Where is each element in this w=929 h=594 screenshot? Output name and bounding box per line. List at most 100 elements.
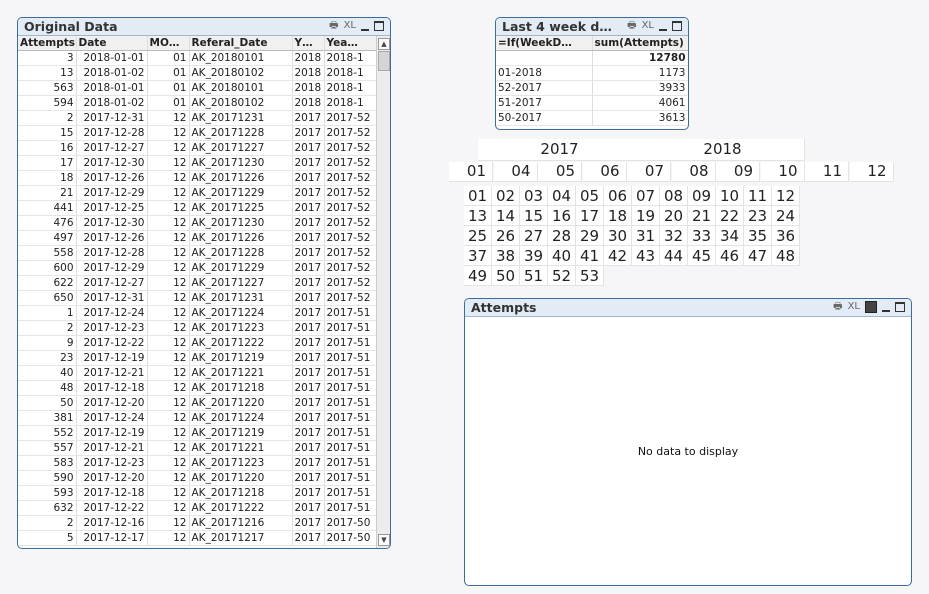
maximize-icon[interactable] bbox=[895, 302, 905, 312]
minimize-icon[interactable] bbox=[659, 28, 667, 31]
maximize-icon[interactable] bbox=[374, 21, 384, 31]
table-row[interactable]: 632 2017-12-22 12 AK_20171222 2017 2017-51 bbox=[18, 500, 377, 516]
week-item[interactable]: 40 bbox=[548, 246, 576, 266]
table-row[interactable]: 497 2017-12-26 12 AK_20171226 2017 2017-52 bbox=[18, 230, 377, 246]
column-header[interactable]: MO… bbox=[147, 36, 190, 51]
table-row[interactable]: 3 2018-01-01 01 AK_20180101 2018 2018-1 bbox=[18, 50, 377, 66]
table-row[interactable]: 21 2017-12-29 12 AK_20171229 2017 2017-52 bbox=[18, 185, 377, 201]
attempts-chart-caption[interactable]: Attempts 🖶 XL bbox=[465, 299, 911, 317]
table-row[interactable]: 51-2017 4061 bbox=[496, 95, 688, 111]
month-item[interactable]: 07 bbox=[627, 162, 671, 182]
scroll-up-icon[interactable]: ▲ bbox=[378, 38, 390, 50]
week-item[interactable]: 35 bbox=[744, 226, 772, 246]
table-row[interactable]: 5 2017-12-17 12 AK_20171217 2017 2017-50 bbox=[18, 530, 377, 546]
week-item[interactable]: 09 bbox=[688, 186, 716, 206]
table-row[interactable]: 50-2017 3613 bbox=[496, 110, 688, 126]
week-item[interactable]: 02 bbox=[492, 186, 520, 206]
week-item[interactable]: 01 bbox=[464, 186, 492, 206]
month-item[interactable]: 12 bbox=[849, 162, 894, 182]
week-item[interactable]: 13 bbox=[464, 206, 492, 226]
week-item[interactable]: 20 bbox=[660, 206, 688, 226]
week-item[interactable]: 36 bbox=[772, 226, 800, 246]
year-item[interactable]: 2018 bbox=[641, 139, 805, 161]
week-item[interactable]: 08 bbox=[660, 186, 688, 206]
week-item[interactable]: 21 bbox=[688, 206, 716, 226]
table-row[interactable]: 552 2017-12-19 12 AK_20171219 2017 2017-51 bbox=[18, 425, 377, 441]
table-row[interactable]: 9 2017-12-22 12 AK_20171222 2017 2017-51 bbox=[18, 335, 377, 351]
table-row[interactable]: 476 2017-12-30 12 AK_20171230 2017 2017-52 bbox=[18, 215, 377, 231]
table-row[interactable]: 1 2017-12-24 12 AK_20171224 2017 2017-51 bbox=[18, 305, 377, 321]
week-item[interactable]: 30 bbox=[604, 226, 632, 246]
table-row[interactable]: 2 2017-12-16 12 AK_20171216 2017 2017-50 bbox=[18, 515, 377, 531]
table-row[interactable]: 17 2017-12-30 12 AK_20171230 2017 2017-52 bbox=[18, 155, 377, 171]
table-row[interactable]: 15 2017-12-28 12 AK_20171228 2017 2017-52 bbox=[18, 125, 377, 141]
week-item[interactable]: 51 bbox=[520, 266, 548, 286]
month-item[interactable]: 09 bbox=[716, 162, 760, 182]
week-item[interactable]: 06 bbox=[604, 186, 632, 206]
week-item[interactable]: 12 bbox=[772, 186, 800, 206]
column-header[interactable]: Y… bbox=[292, 36, 325, 51]
week-item[interactable]: 29 bbox=[576, 226, 604, 246]
week-item[interactable]: 16 bbox=[548, 206, 576, 226]
table-row[interactable]: 50 2017-12-20 12 AK_20171220 2017 2017-51 bbox=[18, 395, 377, 411]
table-row[interactable]: 13 2018-01-02 01 AK_20180102 2018 2018-1 bbox=[18, 65, 377, 81]
scroll-down-icon[interactable]: ▼ bbox=[378, 534, 390, 546]
week-item[interactable]: 17 bbox=[576, 206, 604, 226]
month-item[interactable]: 10 bbox=[760, 162, 805, 182]
table-row[interactable]: 40 2017-12-21 12 AK_20171221 2017 2017-51 bbox=[18, 365, 377, 381]
table-row[interactable]: 650 2017-12-31 12 AK_20171231 2017 2017-52 bbox=[18, 290, 377, 306]
printer-icon[interactable]: 🖶 bbox=[627, 20, 636, 32]
week-item[interactable]: 53 bbox=[576, 266, 604, 286]
week-item[interactable]: 39 bbox=[520, 246, 548, 266]
week-item[interactable]: 44 bbox=[660, 246, 688, 266]
week-item[interactable]: 45 bbox=[688, 246, 716, 266]
week-item[interactable]: 48 bbox=[772, 246, 800, 266]
week-item[interactable]: 15 bbox=[520, 206, 548, 226]
column-header[interactable]: Referal_Date bbox=[189, 36, 293, 51]
week-item[interactable]: 28 bbox=[548, 226, 576, 246]
table-row[interactable]: 600 2017-12-29 12 AK_20171229 2017 2017-52 bbox=[18, 260, 377, 276]
table-row[interactable]: 2 2017-12-23 12 AK_20171223 2017 2017-51 bbox=[18, 320, 377, 336]
last-4-weeks-caption[interactable]: Last 4 week d… 🖶 XL bbox=[496, 18, 688, 36]
week-item[interactable]: 27 bbox=[520, 226, 548, 246]
week-item[interactable]: 42 bbox=[604, 246, 632, 266]
table-row[interactable]: 441 2017-12-25 12 AK_20171225 2017 2017-52 bbox=[18, 200, 377, 216]
table-row[interactable]: 52-2017 3933 bbox=[496, 80, 688, 96]
scroll-thumb[interactable] bbox=[378, 51, 390, 71]
week-item[interactable]: 43 bbox=[632, 246, 660, 266]
week-item[interactable]: 38 bbox=[492, 246, 520, 266]
table-row[interactable]: 563 2018-01-01 01 AK_20180101 2018 2018-1 bbox=[18, 80, 377, 96]
week-item[interactable]: 24 bbox=[772, 206, 800, 226]
month-item[interactable]: 06 bbox=[582, 162, 627, 182]
printer-icon[interactable]: 🖶 bbox=[329, 20, 338, 32]
week-item[interactable]: 19 bbox=[632, 206, 660, 226]
table-row[interactable]: 381 2017-12-24 12 AK_20171224 2017 2017-51 bbox=[18, 410, 377, 426]
table-row[interactable]: 48 2017-12-18 12 AK_20171218 2017 2017-51 bbox=[18, 380, 377, 396]
table-row[interactable]: 557 2017-12-21 12 AK_20171221 2017 2017-51 bbox=[18, 440, 377, 456]
week-item[interactable]: 10 bbox=[716, 186, 744, 206]
column-header[interactable]: Attempts bbox=[18, 36, 77, 51]
column-header[interactable]: sum(Attempts) bbox=[592, 36, 688, 51]
table-row[interactable]: 583 2017-12-23 12 AK_20171223 2017 2017-51 bbox=[18, 455, 377, 471]
week-item[interactable]: 11 bbox=[744, 186, 772, 206]
column-header[interactable]: =If(WeekD… bbox=[496, 36, 593, 51]
table-row[interactable]: 23 2017-12-19 12 AK_20171219 2017 2017-51 bbox=[18, 350, 377, 366]
table-row[interactable]: 594 2018-01-02 01 AK_20180102 2018 2018-1 bbox=[18, 95, 377, 111]
week-item[interactable]: 41 bbox=[576, 246, 604, 266]
month-item[interactable]: 04 bbox=[493, 162, 538, 182]
week-item[interactable]: 37 bbox=[464, 246, 492, 266]
week-item[interactable]: 18 bbox=[604, 206, 632, 226]
minimize-icon[interactable] bbox=[361, 28, 369, 31]
week-item[interactable]: 33 bbox=[688, 226, 716, 246]
table-row[interactable]: 622 2017-12-27 12 AK_20171227 2017 2017-52 bbox=[18, 275, 377, 291]
maximize-icon[interactable] bbox=[672, 21, 682, 31]
week-item[interactable]: 22 bbox=[716, 206, 744, 226]
week-item[interactable]: 07 bbox=[632, 186, 660, 206]
column-header[interactable]: Yea… bbox=[324, 36, 377, 51]
week-item[interactable]: 32 bbox=[660, 226, 688, 246]
week-item[interactable]: 23 bbox=[744, 206, 772, 226]
week-item[interactable]: 46 bbox=[716, 246, 744, 266]
month-item[interactable]: 01 bbox=[449, 162, 493, 182]
week-item[interactable]: 14 bbox=[492, 206, 520, 226]
table-row[interactable]: 2 2017-12-31 12 AK_20171231 2017 2017-52 bbox=[18, 110, 377, 126]
